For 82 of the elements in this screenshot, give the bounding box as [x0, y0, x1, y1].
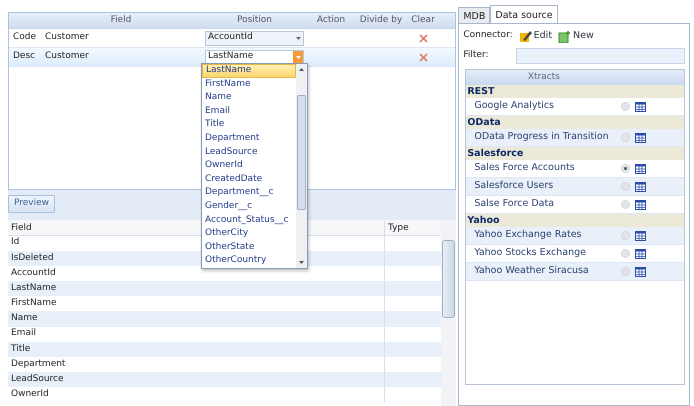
radio-button[interactable]: [621, 164, 630, 173]
close-icon[interactable]: [418, 52, 428, 62]
scroll-down-icon[interactable]: [299, 261, 304, 264]
table-cell: FirstName: [11, 298, 56, 308]
table-icon[interactable]: [635, 230, 646, 240]
table-cell: Department: [11, 358, 66, 369]
table-cell: Title: [11, 344, 30, 354]
grid-row[interactable]: Desc Customer LastName: [9, 48, 456, 67]
table-icon[interactable]: [635, 164, 646, 174]
dropdown-option[interactable]: OtherState: [202, 240, 296, 254]
table-icon[interactable]: [635, 266, 646, 276]
table-cell: Name: [11, 313, 38, 324]
radio-button[interactable]: [621, 102, 630, 111]
radio-button[interactable]: [621, 231, 630, 240]
group-header: REST: [466, 85, 684, 98]
dropdown-option[interactable]: OtherCountry: [202, 254, 296, 268]
table-cell-text: Customer: [45, 50, 89, 64]
dropdown-option[interactable]: Department: [202, 132, 296, 146]
toolbar-button[interactable]: New: [558, 28, 594, 44]
dropdown-option[interactable]: CreatedDate: [202, 172, 296, 186]
radio-button[interactable]: [621, 182, 630, 191]
table-cell: IsDeleted: [11, 252, 54, 263]
group-header: Yahoo: [466, 214, 684, 227]
filter-label: Filter:: [463, 49, 490, 62]
table-icon[interactable]: [635, 182, 646, 192]
table-icon[interactable]: [635, 248, 646, 258]
radio-button[interactable]: [621, 267, 630, 276]
table-cell-text: Desc: [13, 50, 36, 64]
table-icon[interactable]: [635, 132, 646, 142]
dropdown-option[interactable]: LastName: [202, 64, 296, 78]
list-item[interactable]: Yahoo Exchange Rates: [466, 227, 684, 245]
dropdown-option[interactable]: Email: [202, 104, 296, 118]
filter-field[interactable]: [516, 48, 685, 64]
column-header[interactable]: Field: [110, 14, 132, 28]
dropdown-option[interactable]: FirstName: [202, 78, 296, 92]
table-cell-text: Customer: [45, 31, 89, 44]
list-item[interactable]: OData Progress in Transition: [466, 129, 684, 147]
new-document-icon: [558, 30, 572, 42]
list-item[interactable]: Salesforce Users: [466, 178, 684, 196]
caret-icon: [296, 36, 300, 40]
tab[interactable]: Data source: [490, 5, 558, 23]
connector-label: Connector:: [463, 29, 513, 42]
column-header[interactable]: Action: [316, 14, 346, 28]
table-cell: AccountId: [11, 268, 56, 278]
table-cell: LastName: [11, 282, 56, 293]
dropdown-option[interactable]: Title: [202, 118, 296, 132]
table-cell: Id: [11, 237, 20, 248]
scrollbar[interactable]: [296, 64, 307, 268]
position-dropdown[interactable]: AccountId: [205, 30, 304, 46]
column-header[interactable]: Clear: [411, 14, 435, 28]
list-item[interactable]: Yahoo Weather Siracusa: [466, 263, 684, 281]
table-cell: OwnerId: [11, 389, 49, 400]
pencil-icon: [518, 30, 532, 42]
dropdown-option[interactable]: Account_Status__c: [202, 214, 296, 228]
dropdown-option[interactable]: Gender__c: [202, 200, 296, 214]
dropdown-option[interactable]: Name: [202, 91, 296, 105]
dropdown-option[interactable]: LeadSource: [202, 146, 296, 160]
table-cell: LeadSource: [11, 374, 64, 384]
dropdown-option[interactable]: OtherCity: [202, 227, 296, 241]
dropdown-option[interactable]: OwnerId: [202, 159, 296, 173]
table-cell: Email: [11, 328, 36, 338]
scrollbar[interactable]: [441, 220, 456, 406]
tab[interactable]: MDB: [458, 7, 490, 23]
column-header: Field: [11, 222, 32, 232]
column-header: Xtracts: [528, 70, 560, 84]
preview-button[interactable]: Preview: [8, 195, 56, 212]
caret-icon: [296, 56, 300, 58]
close-icon[interactable]: [418, 34, 428, 42]
radio-button[interactable]: [621, 133, 630, 142]
table-icon[interactable]: [635, 102, 646, 112]
toolbar-button[interactable]: Edit: [518, 28, 552, 44]
dropdown-option[interactable]: Department__c: [202, 186, 296, 200]
column-header: Type: [388, 222, 409, 232]
column-header[interactable]: Divide by: [360, 14, 402, 28]
group-header: OData: [466, 116, 684, 129]
column-header[interactable]: Position: [236, 14, 272, 28]
radio-button[interactable]: [621, 249, 630, 258]
table-icon[interactable]: [635, 200, 646, 210]
table-cell-text: Code: [13, 31, 36, 44]
position-dropdown[interactable]: LastName: [205, 50, 304, 64]
group-header: Salesforce: [466, 147, 684, 160]
radio-button[interactable]: [621, 200, 630, 209]
